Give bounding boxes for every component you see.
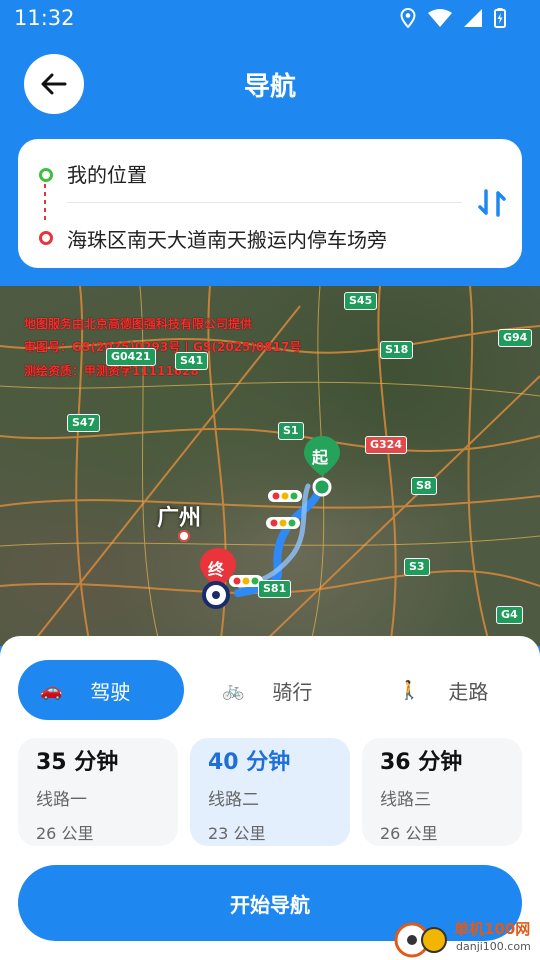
destination-field[interactable]: 海珠区南天大道南天搬运内停车场旁 — [67, 224, 387, 253]
status-icons — [400, 8, 506, 28]
start-marker-label: 起 — [312, 448, 329, 467]
route-connector — [44, 184, 46, 224]
road-shield: S8 — [411, 477, 437, 495]
origin-field[interactable]: 我的位置 — [67, 159, 147, 188]
mode-label: 走路 — [448, 679, 489, 704]
road-shield: S3 — [404, 558, 430, 576]
bicycle-icon: 🚲 — [222, 679, 245, 701]
mode-tab-drive[interactable]: 🚗 驾驶 — [18, 660, 184, 720]
plan-name: 线路二 — [208, 790, 259, 810]
mode-tab-walk[interactable]: 🚶 走路 — [398, 660, 488, 720]
route-plan-card[interactable]: 40 分钟 线路二 23 公里 — [190, 738, 350, 846]
road-shield: S41 — [175, 352, 209, 370]
wifi-icon — [428, 9, 452, 27]
walking-icon: 🚶 — [398, 679, 421, 701]
status-bar: 11:32 — [0, 0, 540, 36]
road-shield: S1 — [278, 422, 304, 440]
origin-dot-icon — [39, 168, 53, 182]
road-shield: S81 — [258, 580, 292, 598]
plan-distance: 26 公里 — [380, 824, 438, 843]
map-notice: 地图服务由北京高德图强科技有限公司提供 — [24, 317, 253, 331]
road-shield: G324 — [365, 436, 407, 454]
mode-label: 驾驶 — [90, 679, 131, 704]
route-plan-card[interactable]: 36 分钟 线路三 26 公里 — [362, 738, 522, 846]
city-dot — [178, 530, 190, 542]
mode-tab-bike[interactable]: 🚲 骑行 — [222, 660, 312, 720]
road-shield: S45 — [344, 292, 378, 310]
road-shield: G0421 — [106, 348, 156, 366]
plan-time: 40 分钟 — [208, 750, 291, 775]
end-marker-label: 终 — [208, 560, 225, 579]
plan-time: 35 分钟 — [36, 750, 119, 775]
plan-name: 线路三 — [380, 790, 431, 810]
plan-name: 线路一 — [36, 790, 87, 810]
mode-label: 骑行 — [272, 679, 313, 704]
battery-icon — [494, 8, 506, 28]
road-shield: G94 — [498, 329, 533, 347]
plan-distance: 23 公里 — [208, 824, 266, 843]
car-icon: 🚗 — [40, 679, 63, 701]
route-divider — [67, 202, 462, 203]
destination-dot-icon — [39, 231, 53, 245]
map-notice: 审图号：GS(2025)0293号 | GS(2025)0817号 — [24, 340, 302, 354]
watermark-site: 单机100网 — [454, 920, 531, 938]
plan-time: 36 分钟 — [380, 750, 463, 775]
city-label: 广州 — [157, 506, 202, 531]
cell-signal-icon — [464, 9, 482, 27]
swap-icon[interactable] — [476, 187, 508, 219]
road-shield: S18 — [380, 341, 414, 359]
plan-distance: 26 公里 — [36, 824, 94, 843]
location-icon — [400, 8, 416, 28]
page-title: 导航 — [243, 72, 296, 102]
road-shield: G4 — [496, 606, 523, 624]
road-shield: S47 — [67, 414, 101, 432]
map-view[interactable]: 地图服务由北京高德图强科技有限公司提供 审图号：GS(2025)0293号 | … — [0, 286, 540, 646]
route-card: 我的位置 海珠区南天大道南天搬运内停车场旁 — [18, 139, 522, 268]
header: 导航 — [0, 36, 540, 136]
bottom-panel: 🚗 驾驶 🚲 骑行 🚶 走路 35 分钟 线路一 26 公里 40 分钟 线路二… — [0, 636, 540, 960]
route-plan-card[interactable]: 35 分钟 线路一 26 公里 — [18, 738, 178, 846]
watermark-url: danji100.com — [456, 940, 531, 953]
status-time: 11:32 — [14, 6, 75, 30]
